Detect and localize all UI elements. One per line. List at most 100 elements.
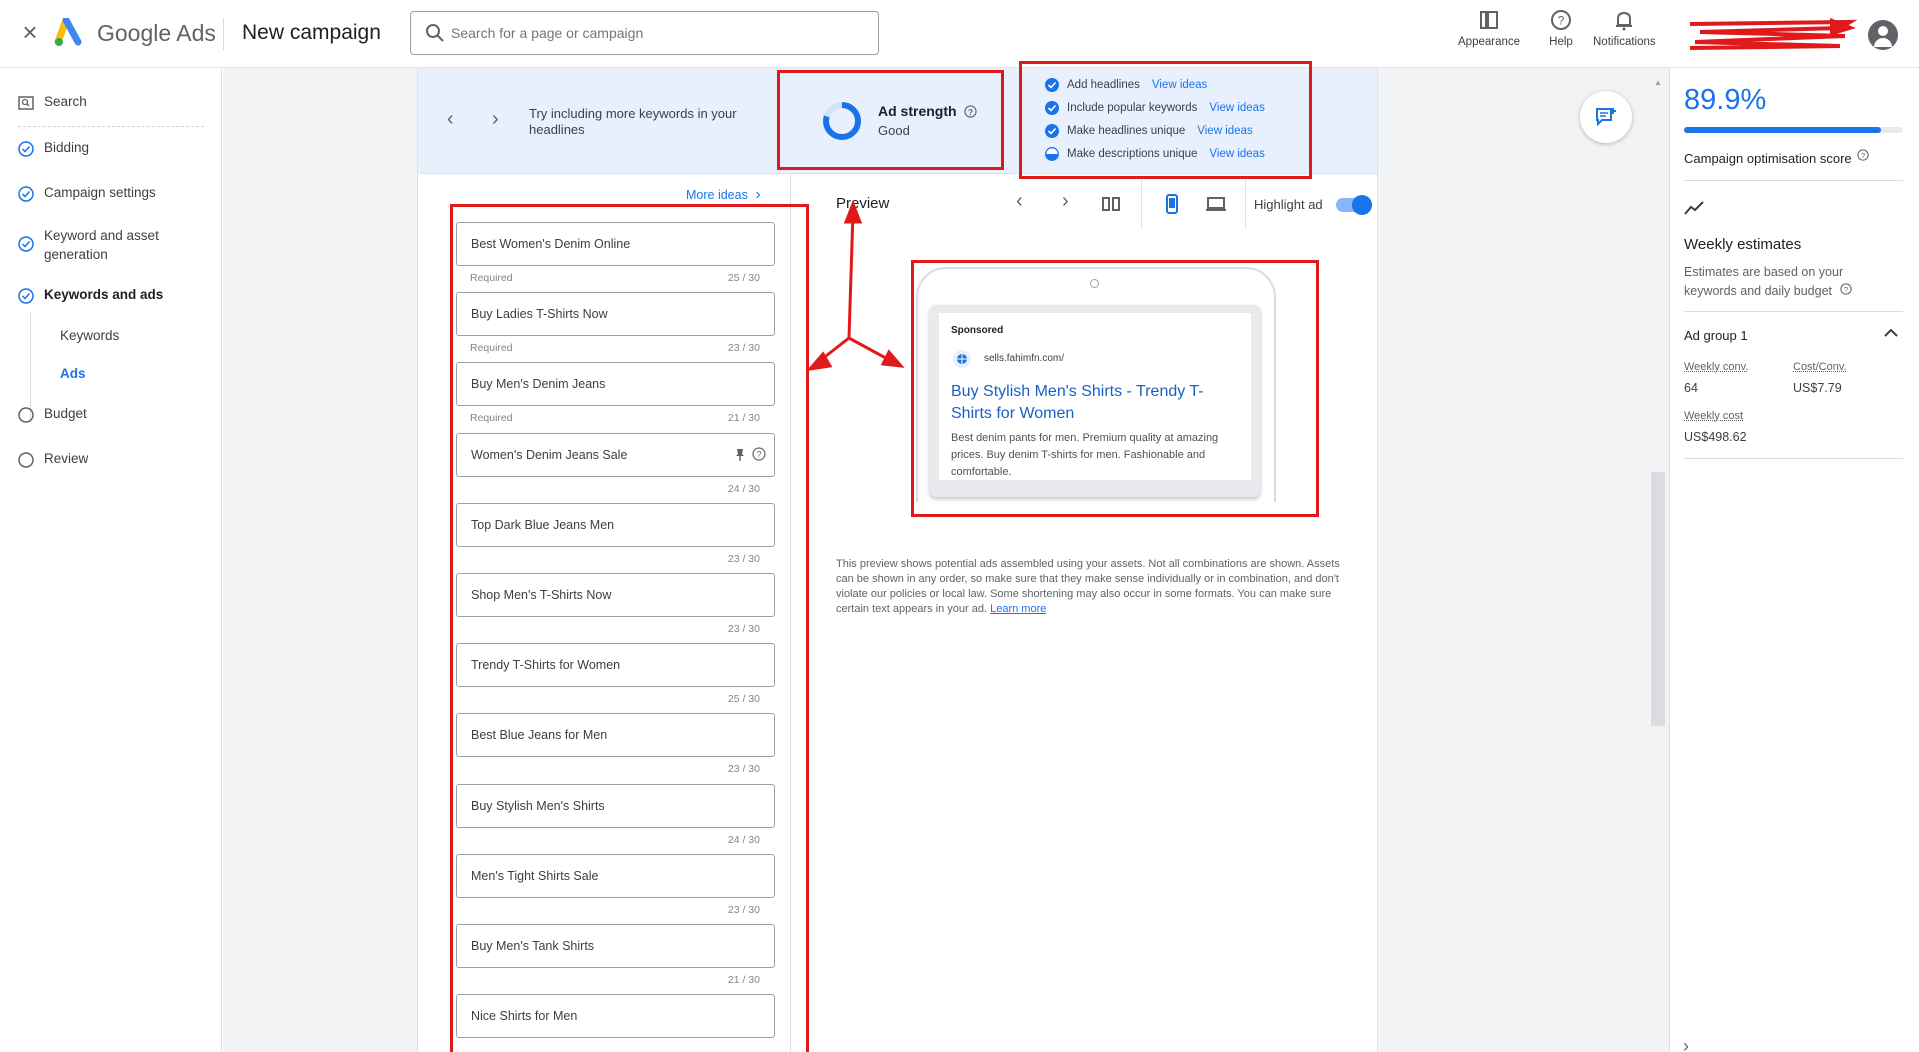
check-circle-icon xyxy=(18,288,34,304)
panel-divider xyxy=(1684,180,1903,181)
nav-label: Keyword and asset generation xyxy=(44,228,159,262)
weekly-estimates-subtitle: Estimates are based on your keywords and… xyxy=(1684,263,1869,301)
annotation-box-checklist xyxy=(1019,61,1312,179)
nav-item-campaign-settings[interactable]: Campaign settings xyxy=(18,185,156,202)
search-campaign-icon xyxy=(18,96,34,110)
search-icon xyxy=(426,24,444,42)
nav-label: Campaign settings xyxy=(44,185,156,200)
desktop-device-icon[interactable] xyxy=(1206,194,1226,214)
redacted-account-scribble xyxy=(1689,18,1858,50)
chevron-up-icon[interactable] xyxy=(1883,325,1899,341)
highlight-ad-toggle[interactable] xyxy=(1336,195,1372,215)
chevron-right-icon: › xyxy=(755,186,761,203)
optimisation-score-label: Campaign optimisation score xyxy=(1684,151,1852,166)
optimisation-score: 89.9% xyxy=(1684,84,1767,116)
prev-tip-button[interactable]: ‹ xyxy=(447,108,454,131)
svg-text:?: ? xyxy=(1558,14,1565,28)
optimisation-score-title: Campaign optimisation score ? xyxy=(1684,149,1869,166)
metric-value: US$7.79 xyxy=(1793,381,1842,395)
preview-disclaimer: This preview shows potential ads assembl… xyxy=(836,557,1351,617)
nav-separator xyxy=(18,126,204,127)
metric-label: Cost/Conv. xyxy=(1793,361,1847,373)
nav-item-budget[interactable]: Budget xyxy=(18,406,87,423)
optimisation-score-fill xyxy=(1684,127,1881,133)
check-circle-icon xyxy=(18,236,34,252)
annotation-box-ad-strength xyxy=(777,70,1004,170)
annotation-box-headlines xyxy=(450,204,809,1052)
ad-strength-tip: Try including more keywords in your head… xyxy=(529,106,737,137)
next-tip-button[interactable]: › xyxy=(492,108,499,131)
preview-disclaimer-text: This preview shows potential ads assembl… xyxy=(836,558,1340,615)
appearance-icon xyxy=(1480,11,1499,29)
header-divider xyxy=(223,18,224,50)
mobile-device-icon[interactable] xyxy=(1162,194,1182,214)
google-ads-logo xyxy=(54,18,82,46)
search-input[interactable] xyxy=(451,22,861,44)
empty-circle-icon xyxy=(18,407,34,423)
main-scrollbar-thumb[interactable] xyxy=(1651,472,1665,726)
top-bar: × Google Ads New campaign Appearance ? H… xyxy=(0,0,1919,68)
nav-label: Bidding xyxy=(44,140,90,155)
notifications-button[interactable]: Notifications xyxy=(1593,8,1656,48)
scroll-up-icon[interactable]: ▲ xyxy=(1654,78,1662,87)
svg-text:?: ? xyxy=(1861,151,1865,160)
preview-toolbar-separator xyxy=(1141,180,1142,228)
prev-preview-button[interactable]: ‹ xyxy=(1016,190,1023,213)
nav-item-bidding[interactable]: Bidding xyxy=(18,140,89,157)
optimisation-score-bar xyxy=(1684,127,1903,133)
svg-text:?: ? xyxy=(1843,285,1847,294)
brand-name: Google Ads xyxy=(97,20,216,46)
nav-item-keywords-and-ads[interactable]: Keywords and ads xyxy=(18,287,163,304)
metric-label: Weekly conv. xyxy=(1684,361,1749,373)
feedback-icon xyxy=(1596,108,1616,127)
search-box[interactable] xyxy=(410,11,879,55)
trending-icon xyxy=(1684,201,1704,215)
metric-value: US$498.62 xyxy=(1684,430,1747,444)
nav-item-keyword-generation[interactable]: Keyword and asset generation xyxy=(18,226,178,264)
appearance-label: Appearance xyxy=(1458,36,1521,48)
help-button[interactable]: ? Help xyxy=(1549,8,1573,48)
feedback-button[interactable] xyxy=(1580,91,1632,143)
chevron-right-icon[interactable]: › xyxy=(1683,1036,1689,1052)
nav-label: Review xyxy=(44,451,89,466)
panel-divider xyxy=(1684,458,1903,459)
nav-subitem-keywords[interactable]: Keywords xyxy=(60,328,119,343)
more-ideas-link[interactable]: More ideas › xyxy=(686,186,761,204)
toggle-knob xyxy=(1352,195,1372,215)
bell-icon xyxy=(1616,11,1633,31)
right-panel xyxy=(1669,68,1919,1052)
notifications-label: Notifications xyxy=(1593,36,1656,48)
nav-label: Budget xyxy=(44,406,87,421)
annotation-box-preview xyxy=(911,260,1319,517)
check-circle-icon xyxy=(18,141,34,157)
empty-circle-icon xyxy=(18,452,34,468)
highlight-ad-label: Highlight ad xyxy=(1254,197,1323,212)
panel-divider xyxy=(1684,311,1903,312)
metric-label: Weekly cost xyxy=(1684,410,1744,422)
more-ideas-label: More ideas xyxy=(686,188,748,202)
weekly-estimates-text: Estimates are based on your keywords and… xyxy=(1684,265,1844,298)
check-circle-icon xyxy=(18,186,34,202)
nav-item-search[interactable]: Search xyxy=(18,94,87,111)
close-icon[interactable]: × xyxy=(18,19,42,45)
columns-view-icon[interactable] xyxy=(1101,194,1121,214)
info-icon[interactable]: ? xyxy=(1857,149,1869,161)
next-preview-button[interactable]: › xyxy=(1062,190,1069,213)
help-icon: ? xyxy=(1551,10,1571,30)
ad-group-title[interactable]: Ad group 1 xyxy=(1684,328,1748,343)
page-title: New campaign xyxy=(242,21,381,44)
nav-subitem-ads[interactable]: Ads xyxy=(60,366,86,381)
nav-item-review[interactable]: Review xyxy=(18,451,88,468)
appearance-button[interactable]: Appearance xyxy=(1458,8,1520,48)
nav-label: Search xyxy=(44,94,87,109)
nav-label: Keywords and ads xyxy=(44,287,164,302)
metric-value: 64 xyxy=(1684,381,1698,395)
left-navigation xyxy=(0,68,222,1052)
preview-toolbar-separator xyxy=(1245,180,1246,228)
info-icon[interactable]: ? xyxy=(1839,283,1852,295)
help-label: Help xyxy=(1549,36,1573,48)
learn-more-link[interactable]: Learn more xyxy=(990,603,1046,615)
account-avatar[interactable] xyxy=(1868,20,1898,50)
weekly-estimates-title: Weekly estimates xyxy=(1684,236,1802,253)
preview-label: Preview xyxy=(836,195,890,212)
